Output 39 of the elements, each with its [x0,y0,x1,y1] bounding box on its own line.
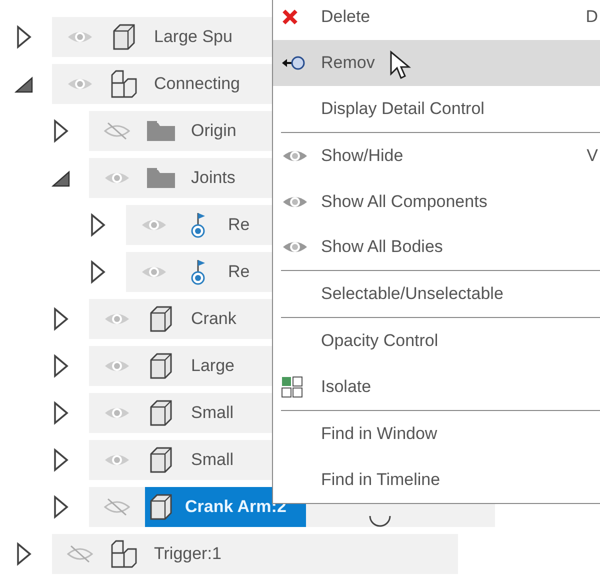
expand-arrow-icon[interactable] [51,354,71,378]
expand-arrow-icon[interactable] [14,542,34,566]
expand-arrow-icon[interactable] [14,25,34,49]
cube-icon [148,352,174,380]
folder-icon [146,167,176,189]
folder-icon [146,120,176,142]
close-icon [281,8,299,26]
expand-arrow-icon[interactable] [51,448,71,472]
expand-arrow-icon[interactable] [51,307,71,331]
stacked-cubes-icon [110,69,138,99]
flag-pin-icon [190,211,206,239]
menu-item[interactable]: Selectable/Unselectable [273,271,600,318]
flag-pin-icon [190,258,206,286]
menu-item[interactable]: Opacity Control [273,318,600,364]
tree-item[interactable]: Trigger:1 [52,534,458,574]
expand-arrow-icon[interactable] [51,401,71,425]
menu-item[interactable]: Find in Window [273,411,600,458]
cube-icon [148,493,174,521]
cube-icon [111,23,137,51]
grid-icon [281,376,303,398]
collapse-arrow-icon[interactable] [14,74,34,94]
menu-item[interactable]: Show/Hide V [273,132,600,179]
cube-icon [148,399,174,427]
expand-arrow-icon[interactable] [51,495,71,519]
cube-icon [148,305,174,333]
expand-arrow-icon[interactable] [51,119,71,143]
expand-arrow-icon[interactable] [88,260,108,284]
shortcut-text: D [586,6,598,27]
menu-item[interactable]: Isolate [273,364,600,410]
menu-item[interactable]: Remov [273,40,600,86]
cube-icon [148,446,174,474]
menu-item[interactable]: Show All Components [273,178,600,225]
menu-item[interactable]: Show All Bodies [273,224,600,270]
collapse-arrow-icon[interactable] [51,168,71,188]
shortcut-text: V [586,146,598,166]
pin-remove-icon [281,54,307,71]
expand-arrow-icon[interactable] [88,213,108,237]
mouse-cursor-icon [389,50,411,80]
stacked-cubes-icon [110,539,138,569]
